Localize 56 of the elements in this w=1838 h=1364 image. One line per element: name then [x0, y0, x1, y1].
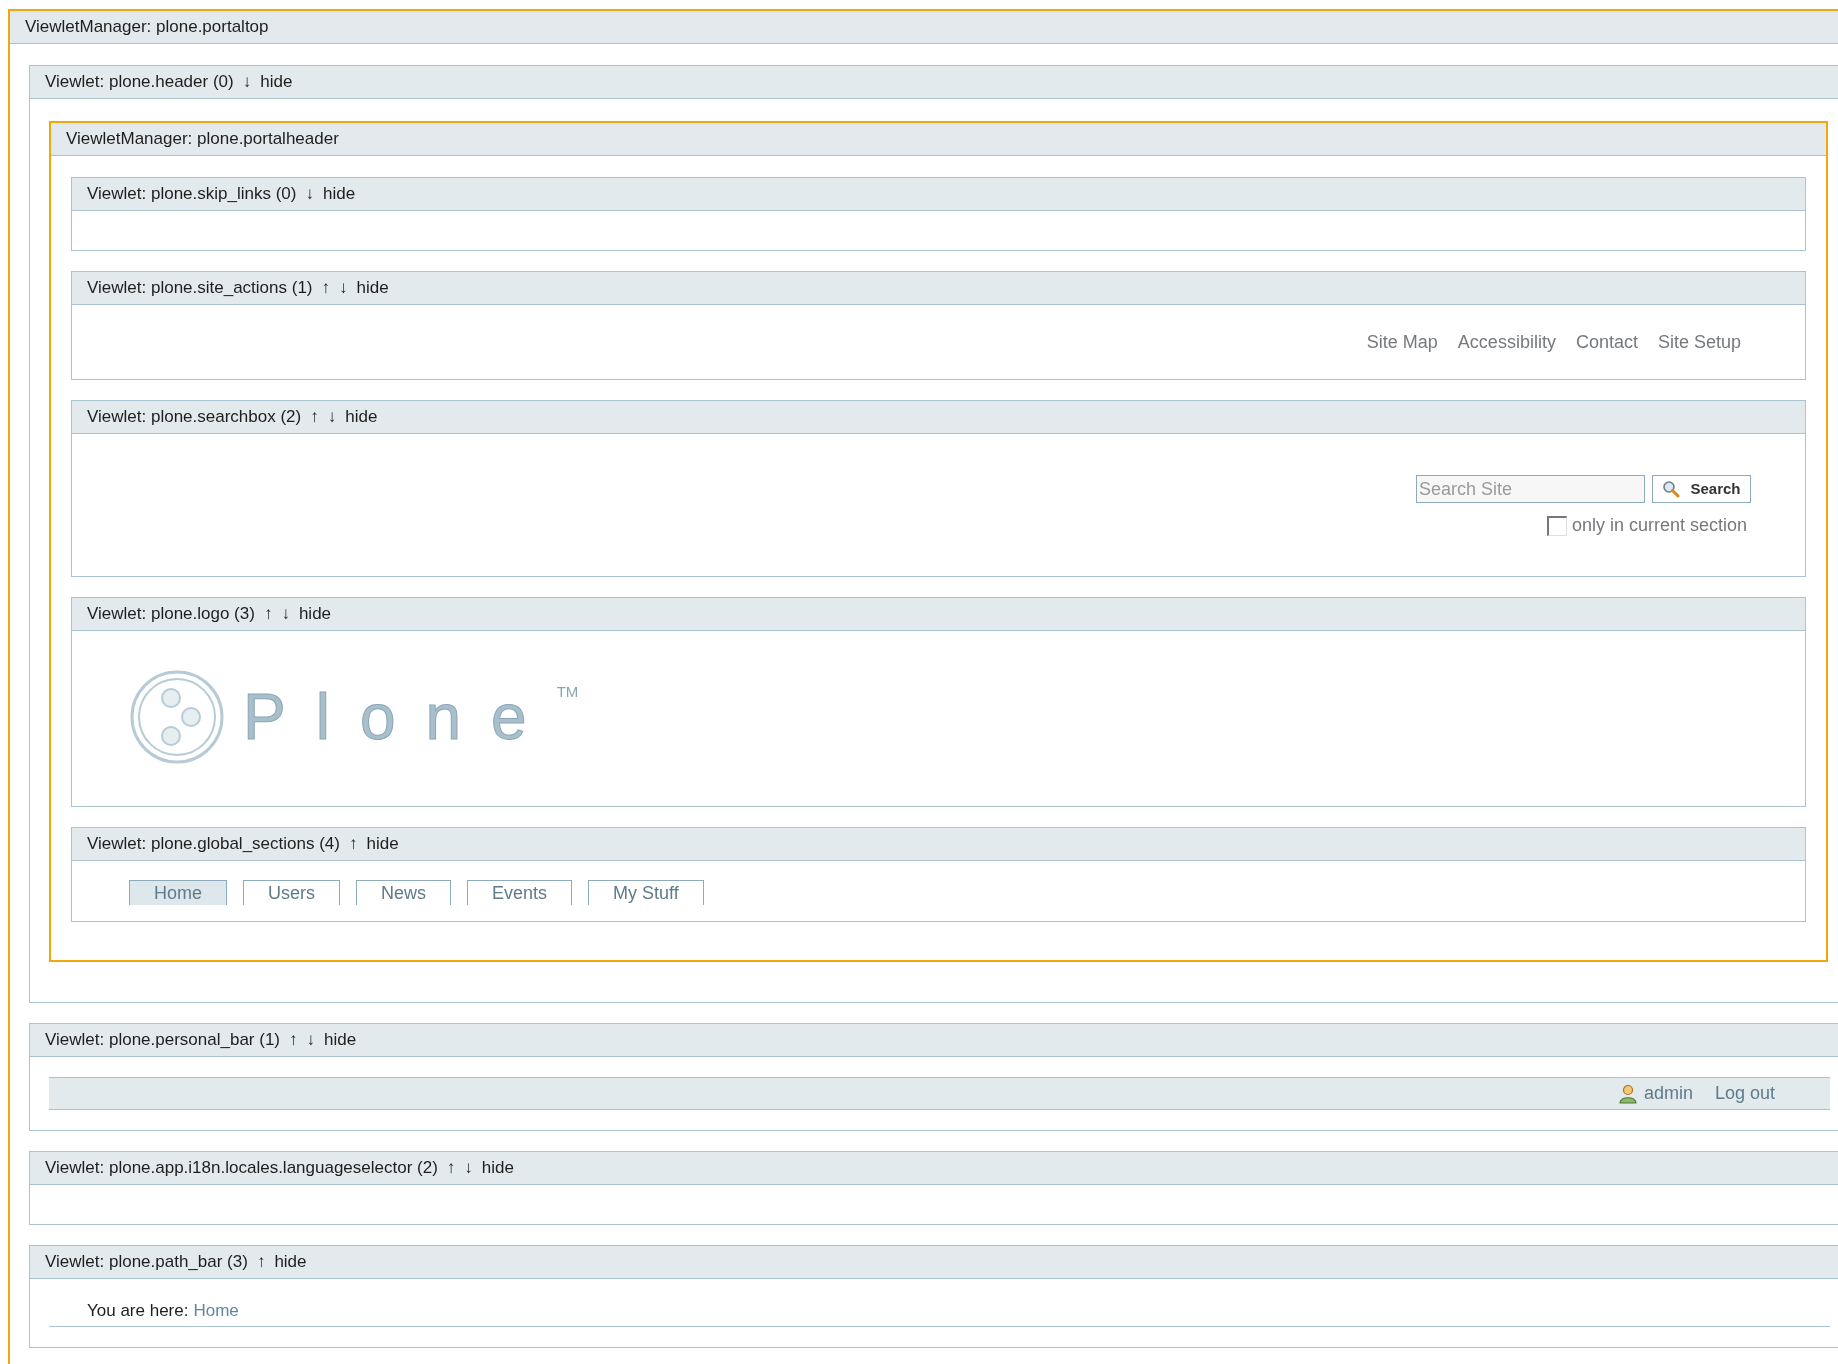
viewlet-title: Viewlet: plone.app.i18n.locales.languageselector (2)	[45, 1157, 438, 1180]
search-button[interactable]: Search	[1652, 475, 1751, 503]
viewlet-control-link[interactable]: ↑	[289, 1027, 298, 1053]
viewlet-control-link[interactable]: hide	[481, 1155, 514, 1181]
user-icon	[1617, 1083, 1638, 1104]
viewlet-control-link[interactable]: hide	[260, 69, 293, 95]
viewlet-title: Viewlet: plone.header (0)	[45, 71, 234, 94]
checkbox-label: only in current section	[1571, 514, 1747, 537]
viewlet-control-link[interactable]: ↑	[256, 1249, 266, 1275]
viewlet-control-link[interactable]: hide	[356, 275, 389, 301]
section-tab[interactable]: My Stuff	[588, 880, 704, 905]
site-action-link[interactable]: Accessibility	[1457, 328, 1556, 356]
viewlet-control-link[interactable]: hide	[366, 831, 399, 857]
search-field[interactable]: Search Site	[1416, 475, 1645, 503]
viewlet-title: Viewlet: plone.path_bar (3)	[45, 1251, 248, 1274]
viewlet-title: Viewlet: plone.searchbox (2)	[87, 406, 302, 429]
magnifier-icon	[1662, 480, 1681, 498]
viewlet-control-link[interactable]: ↑	[446, 1155, 456, 1181]
viewlet-control-link[interactable]: ↓	[464, 1155, 473, 1181]
breadcrumb-label: You are here:	[87, 1300, 189, 1322]
section-tab[interactable]: Users	[243, 880, 341, 905]
section-tab[interactable]: Events	[467, 880, 573, 905]
viewlet-control-link[interactable]: ↓	[305, 181, 314, 207]
viewlet-title: Viewlet: plone.logo (3)	[87, 603, 255, 626]
viewlet-control-link[interactable]: hide	[324, 1027, 357, 1053]
section-tab[interactable]: Home	[129, 880, 227, 905]
section-tab[interactable]: News	[356, 880, 452, 905]
site-action-link[interactable]: Site Setup	[1657, 328, 1741, 356]
viewlet-control-link[interactable]: hide	[274, 1249, 307, 1275]
viewlet-title: Viewlet: plone.skip_links (0)	[87, 183, 297, 206]
viewlet-title: Viewlet: plone.global_sections (4)	[87, 833, 340, 856]
viewlet-control-link[interactable]: ↓	[339, 275, 348, 301]
viewlet-title: Viewlet: plone.personal_bar (1)	[45, 1029, 280, 1052]
viewlet-control-link[interactable]: ↑	[310, 404, 319, 430]
viewlet-control-link[interactable]: ↓	[242, 69, 252, 95]
user-link[interactable]: admin	[1617, 1080, 1693, 1107]
viewlet-title: Viewlet: plone.site_actions (1)	[87, 277, 313, 300]
viewlet-control-link[interactable]: ↑	[321, 275, 331, 301]
breadcrumb-link[interactable]: Home	[193, 1298, 239, 1324]
viewlet-control-link[interactable]: ↑	[263, 601, 273, 627]
site-action-link[interactable]: Site Map	[1366, 328, 1438, 356]
viewlet-control-link[interactable]: hide	[298, 601, 332, 627]
logo-circle-icon	[129, 669, 225, 765]
viewlet-control-link[interactable]: hide	[345, 404, 378, 430]
viewlet-title: ViewletManager: plone.portaltop	[25, 16, 269, 39]
viewlet-control-link[interactable]: ↓	[306, 1027, 315, 1053]
viewlet-control-link[interactable]: ↑	[348, 831, 358, 857]
logo-text: Plone	[243, 685, 557, 749]
section-checkbox[interactable]	[1546, 515, 1567, 536]
viewlet-control-link[interactable]: hide	[322, 181, 356, 207]
trademark-text: TM	[556, 682, 579, 702]
logout-link[interactable]: Log out	[1714, 1080, 1775, 1107]
viewlet-title: ViewletManager: plone.portalheader	[66, 128, 339, 151]
site-action-link[interactable]: Contact	[1575, 328, 1638, 356]
viewlet-control-link[interactable]: ↓	[327, 404, 337, 430]
viewlet-control-link[interactable]: ↓	[281, 601, 290, 627]
